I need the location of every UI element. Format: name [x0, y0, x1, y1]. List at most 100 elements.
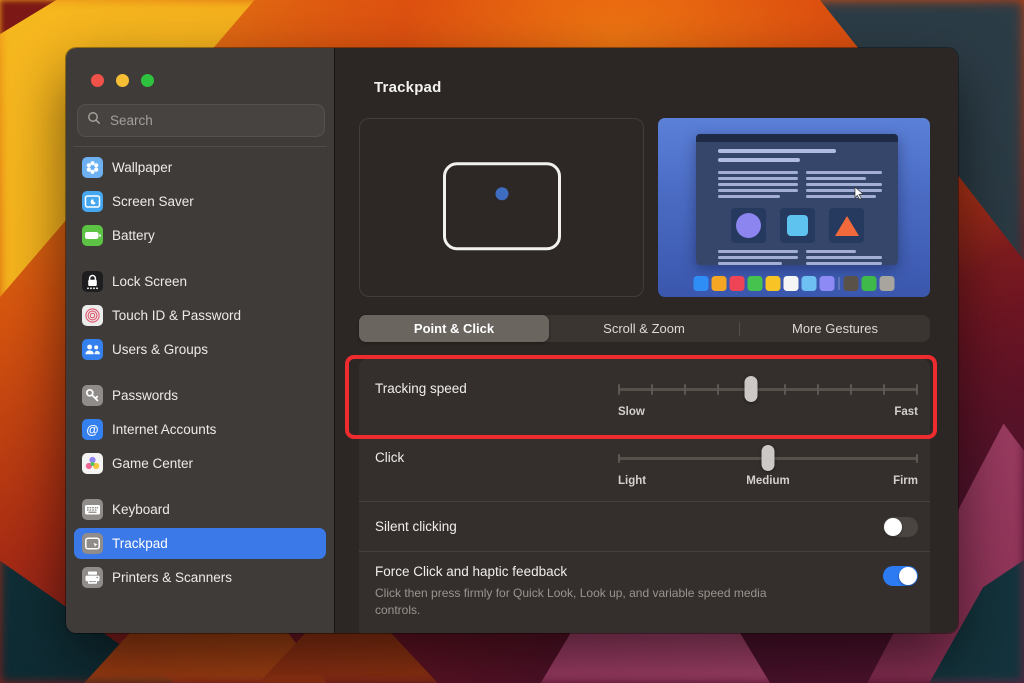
preview-titlebar	[696, 134, 898, 142]
cursor-icon	[854, 186, 865, 205]
preview-tile	[780, 208, 815, 243]
sidebar-divider	[73, 146, 327, 147]
dock-divider	[839, 277, 840, 290]
zoom-button[interactable]	[141, 74, 154, 87]
wallpaper-icon	[82, 157, 103, 178]
sidebar-item-label: Passwords	[112, 388, 178, 403]
preview-text-line	[718, 250, 798, 253]
tracking-speed-row: Tracking speed Slow Fast	[359, 358, 930, 436]
toggle-knob	[899, 567, 917, 585]
slider-tick	[916, 454, 918, 463]
preview-tile	[829, 208, 864, 243]
tracking-speed-handle[interactable]	[745, 376, 758, 402]
slider-tick	[817, 384, 819, 395]
tab-more-gestures[interactable]: More Gestures	[740, 315, 930, 342]
point-click-settings: Tracking speed Slow Fast	[359, 358, 930, 633]
sidebar-item-screen-saver[interactable]: Screen Saver	[74, 186, 326, 217]
tracking-speed-ticks	[618, 376, 918, 402]
slider-tick	[651, 384, 653, 395]
click-option-firm: Firm	[893, 475, 918, 487]
square-shape	[787, 215, 808, 236]
keyboard-icon	[82, 499, 103, 520]
slider-tick	[684, 384, 686, 395]
silent-clicking-toggle[interactable]	[883, 517, 918, 537]
sidebar-item-label: Printers & Scanners	[112, 570, 232, 585]
battery-icon	[82, 225, 103, 246]
sidebar-item-label: Trackpad	[112, 536, 168, 551]
sidebar-item-keyboard[interactable]: Keyboard	[74, 494, 326, 525]
slider-scale-labels: Light Medium Firm	[618, 475, 918, 487]
sidebar-item-printers-scanners[interactable]: Printers & Scanners	[74, 562, 326, 593]
minimize-button[interactable]	[116, 74, 129, 87]
preview-text-line	[718, 177, 798, 180]
click-option-medium: Medium	[746, 475, 789, 487]
dock-app-icon	[712, 276, 727, 291]
trackpad-illustration	[359, 118, 644, 297]
touch-id-icon	[82, 305, 103, 326]
internet-accounts-icon: @	[82, 419, 103, 440]
search-field[interactable]	[77, 104, 325, 137]
circle-shape	[736, 213, 761, 238]
search-icon	[87, 111, 101, 130]
screen-saver-icon	[82, 191, 103, 212]
dock-app-icon	[748, 276, 763, 291]
sidebar-item-battery[interactable]: Battery	[74, 220, 326, 251]
preview-text-line	[806, 195, 876, 198]
sidebar-item-passwords[interactable]: Passwords	[74, 380, 326, 411]
sidebar-item-touch-id-password[interactable]: Touch ID & Password	[74, 300, 326, 331]
preview-text-line	[718, 183, 798, 186]
sidebar-group: WallpaperScreen SaverBattery	[74, 152, 326, 251]
tab-point-click[interactable]: Point & Click	[359, 315, 549, 342]
sidebar-item-label: Keyboard	[112, 502, 170, 517]
click-slider[interactable]: Light Medium Firm	[618, 445, 918, 487]
force-click-text: Force Click and haptic feedback Click th…	[375, 564, 790, 619]
printers-icon	[82, 567, 103, 588]
gesture-preview-video[interactable]	[658, 118, 930, 297]
illustration-panels	[359, 118, 930, 297]
tab-scroll-zoom[interactable]: Scroll & Zoom	[549, 315, 739, 342]
toggle-knob	[884, 518, 902, 536]
click-handle[interactable]	[762, 445, 775, 471]
sidebar: WallpaperScreen SaverBattery Lock Screen T…	[66, 48, 334, 633]
slider-tick	[784, 384, 786, 395]
users-groups-icon	[82, 339, 103, 360]
dock-app-icon	[862, 276, 877, 291]
force-click-row: Force Click and haptic feedback Click th…	[359, 552, 930, 633]
close-button[interactable]	[91, 74, 104, 87]
traffic-lights	[66, 48, 334, 87]
preview-text-line	[806, 250, 856, 253]
slider-tick	[717, 384, 719, 395]
force-click-toggle[interactable]	[883, 566, 918, 586]
search-input[interactable]	[108, 112, 315, 129]
slider-tick	[618, 454, 620, 463]
main-header: Trackpad	[335, 48, 958, 102]
sidebar-group: Lock Screen Touch ID & Password Users & Gr…	[74, 266, 326, 365]
click-option-light: Light	[618, 475, 646, 487]
sidebar-item-label: Users & Groups	[112, 342, 208, 357]
sidebar-item-trackpad[interactable]: Trackpad	[74, 528, 326, 559]
tracking-speed-label: Tracking speed	[375, 376, 467, 402]
preview-text-line	[718, 158, 800, 162]
silent-clicking-label: Silent clicking	[375, 519, 457, 534]
sidebar-item-label: Touch ID & Password	[112, 308, 241, 323]
slider-max-label: Fast	[894, 406, 918, 418]
preview-text-line	[806, 171, 882, 174]
tab-bar: Point & ClickScroll & ZoomMore Gestures	[359, 315, 930, 342]
dock-app-icon	[844, 276, 859, 291]
main-content: Point & ClickScroll & ZoomMore Gestures …	[335, 102, 958, 633]
sidebar-nav: WallpaperScreen SaverBattery Lock Screen T…	[66, 146, 334, 608]
slider-tick	[883, 384, 885, 395]
sidebar-item-internet-accounts[interactable]: @Internet Accounts	[74, 414, 326, 445]
lock-screen-icon	[82, 271, 103, 292]
dock-app-icon	[880, 276, 895, 291]
dock-app-icon	[766, 276, 781, 291]
sidebar-item-lock-screen[interactable]: Lock Screen	[74, 266, 326, 297]
preview-tile	[731, 208, 766, 243]
sidebar-item-game-center[interactable]: Game Center	[74, 448, 326, 479]
trackpad-outline	[443, 162, 561, 250]
sidebar-item-users-groups[interactable]: Users & Groups	[74, 334, 326, 365]
tracking-speed-slider[interactable]: Slow Fast	[618, 376, 918, 418]
slider-scale-labels: Slow Fast	[618, 406, 918, 418]
preview-text-line	[718, 189, 798, 192]
sidebar-item-wallpaper[interactable]: Wallpaper	[74, 152, 326, 183]
